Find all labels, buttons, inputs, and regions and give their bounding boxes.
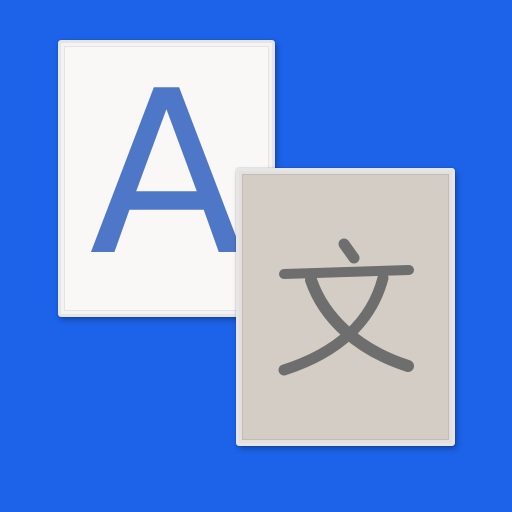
chinese-character-wen-icon xyxy=(278,238,414,376)
chinese-character-card xyxy=(236,168,455,446)
